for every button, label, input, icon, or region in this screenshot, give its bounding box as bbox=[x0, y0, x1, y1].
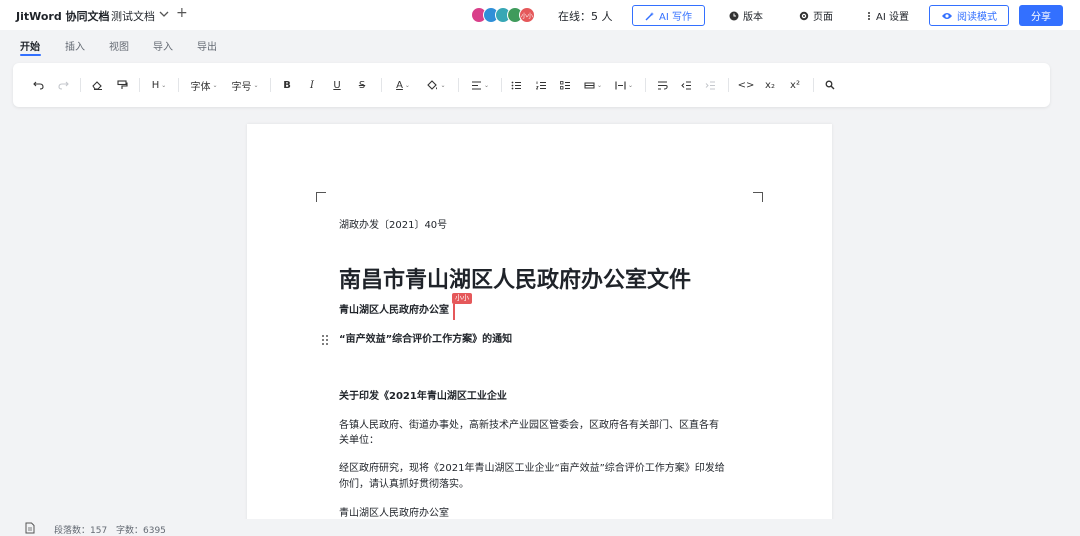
font-color-label: A bbox=[396, 79, 403, 91]
more-vertical-icon bbox=[868, 11, 870, 20]
word-count: 字数：6395 bbox=[116, 526, 166, 536]
tab-insert[interactable]: 插入 bbox=[65, 38, 85, 53]
font-family-label: 字体 bbox=[190, 81, 211, 93]
status-bar: 段落数：157 字数：6395 bbox=[0, 519, 1080, 536]
tab-export[interactable]: 导出 bbox=[197, 38, 217, 53]
toolbar-divider bbox=[728, 78, 729, 92]
body-paragraph-line: 经区政府研究，现将《2021年青山湖区工业企业“亩产效益”综合评价工作方案》印发… bbox=[339, 463, 725, 474]
underline-button[interactable]: U bbox=[330, 77, 344, 93]
toolbar-divider bbox=[813, 78, 814, 92]
version-button[interactable]: 版本 bbox=[729, 8, 763, 23]
ai-settings-label: AI 设置 bbox=[876, 12, 909, 23]
subscript-button[interactable]: x₂ bbox=[763, 77, 777, 93]
font-family-dropdown[interactable]: 字体 ⌄ bbox=[188, 77, 220, 93]
format-painter-icon[interactable] bbox=[115, 77, 129, 93]
align-dropdown[interactable]: ⌄ bbox=[468, 77, 492, 93]
formatting-toolbar: H ⌄ 字体 ⌄ 字号 ⌄ B I U S A ⌄ ⌄ ⌄ ⌄ ⌄ <> x₂ … bbox=[13, 63, 1050, 107]
ai-write-label: AI 写作 bbox=[659, 12, 692, 23]
strikethrough-button[interactable]: S bbox=[355, 77, 369, 93]
line-height-icon bbox=[584, 82, 595, 88]
toolbar-divider bbox=[270, 78, 271, 92]
bold-button[interactable]: B bbox=[280, 77, 294, 93]
issuer-line: 青山湖区人民政府办公室 bbox=[339, 305, 449, 316]
user-avatar[interactable]: 小小 bbox=[519, 7, 535, 23]
magic-wand-icon bbox=[645, 11, 655, 20]
doc-number: 湖政办发〔2021〕40号 bbox=[339, 220, 448, 231]
page-label: 页面 bbox=[813, 12, 833, 23]
toolbar-divider bbox=[178, 78, 179, 92]
menu-bar: 开始 插入 视图 导入 导出 bbox=[0, 30, 1080, 58]
document-name[interactable]: 测试文档 bbox=[111, 8, 155, 24]
superscript-button[interactable]: x² bbox=[788, 77, 802, 93]
toolbar-divider bbox=[645, 78, 646, 92]
drag-handle-icon[interactable] bbox=[321, 334, 329, 346]
line-height-dropdown[interactable]: ⌄ bbox=[582, 77, 604, 93]
online-count: 在线：5 人 bbox=[558, 10, 613, 23]
read-mode-label: 阅读模式 bbox=[957, 12, 997, 23]
indent-icon[interactable] bbox=[703, 77, 717, 93]
code-button[interactable]: <> bbox=[738, 77, 755, 93]
body-paragraph-line: 关单位： bbox=[339, 435, 379, 446]
toolbar-divider bbox=[80, 78, 81, 92]
undo-icon[interactable] bbox=[31, 77, 45, 93]
font-size-dropdown[interactable]: 字号 ⌄ bbox=[229, 77, 261, 93]
tab-import[interactable]: 导入 bbox=[153, 38, 173, 53]
clock-icon bbox=[729, 11, 739, 20]
ai-write-button[interactable]: AI 写作 bbox=[632, 5, 705, 26]
font-color-dropdown[interactable]: A ⌄ bbox=[391, 77, 415, 93]
collaborator-cursor bbox=[453, 304, 455, 320]
notice-line: “亩产效益”综合评价工作方案》的通知 bbox=[339, 334, 513, 345]
bullet-list-icon[interactable] bbox=[509, 77, 523, 93]
spacing-dropdown[interactable]: ⌄ bbox=[613, 77, 635, 93]
heading-dropdown[interactable]: H ⌄ bbox=[149, 77, 169, 93]
eye-icon bbox=[942, 12, 952, 19]
toolbar-divider bbox=[458, 78, 459, 92]
ai-settings-button[interactable]: AI 设置 bbox=[866, 8, 909, 23]
redo-icon[interactable] bbox=[56, 77, 70, 93]
document-page[interactable]: 湖政办发〔2021〕40号 南昌市青山湖区人民政府办公室文件 小小 青山湖区人民… bbox=[247, 124, 832, 536]
page-corner-marker bbox=[316, 192, 326, 202]
paint-bucket-icon bbox=[427, 79, 438, 90]
page-corner-marker bbox=[753, 192, 763, 202]
subject-line: 关于印发《2021年青山湖区工业企业 bbox=[339, 391, 507, 402]
document-title: 南昌市青山湖区人民政府办公室文件 bbox=[339, 268, 692, 293]
active-tab-indicator bbox=[20, 54, 41, 56]
top-bar: JitWord 协同文档 测试文档 + 小小 在线：5 人 AI 写作 版本 页… bbox=[0, 0, 1080, 30]
page-settings-button[interactable]: 页面 bbox=[799, 8, 833, 23]
ordered-list-icon[interactable] bbox=[534, 77, 548, 93]
outdent-icon[interactable] bbox=[679, 77, 693, 93]
tab-start[interactable]: 开始 bbox=[20, 38, 40, 53]
toolbar-divider bbox=[501, 78, 502, 92]
version-label: 版本 bbox=[743, 12, 763, 23]
toolbar-divider bbox=[139, 78, 140, 92]
chevron-down-icon[interactable] bbox=[158, 7, 170, 21]
search-icon[interactable] bbox=[823, 77, 837, 93]
collaborator-cursor-label: 小小 bbox=[452, 293, 472, 304]
app-title: JitWord 协同文档 bbox=[16, 10, 110, 23]
online-avatars: 小小 bbox=[471, 7, 535, 23]
task-list-icon[interactable] bbox=[558, 77, 572, 93]
heading-label: H bbox=[151, 79, 160, 91]
font-size-label: 字号 bbox=[231, 81, 252, 93]
paragraph-count: 段落数：157 bbox=[54, 526, 108, 536]
wrap-text-icon[interactable] bbox=[655, 77, 669, 93]
share-button[interactable]: 分享 bbox=[1019, 5, 1063, 26]
tab-view[interactable]: 视图 bbox=[109, 38, 129, 53]
body-paragraph-line: 各镇人民政府、街道办事处，高新技术产业园区管委会，区政府各有关部门、区直各有 bbox=[339, 420, 719, 431]
column-spacing-icon bbox=[615, 81, 626, 89]
document-icon bbox=[25, 522, 35, 534]
add-document-icon[interactable]: + bbox=[176, 5, 188, 21]
gear-icon bbox=[799, 11, 809, 20]
read-mode-button[interactable]: 阅读模式 bbox=[929, 5, 1009, 26]
body-paragraph-line: 你们，请认真抓好贯彻落实。 bbox=[339, 479, 469, 490]
align-left-icon bbox=[471, 80, 481, 90]
eraser-icon[interactable] bbox=[90, 77, 104, 93]
toolbar-divider bbox=[381, 78, 382, 92]
highlight-dropdown[interactable]: ⌄ bbox=[423, 77, 449, 93]
italic-button[interactable]: I bbox=[305, 77, 319, 93]
